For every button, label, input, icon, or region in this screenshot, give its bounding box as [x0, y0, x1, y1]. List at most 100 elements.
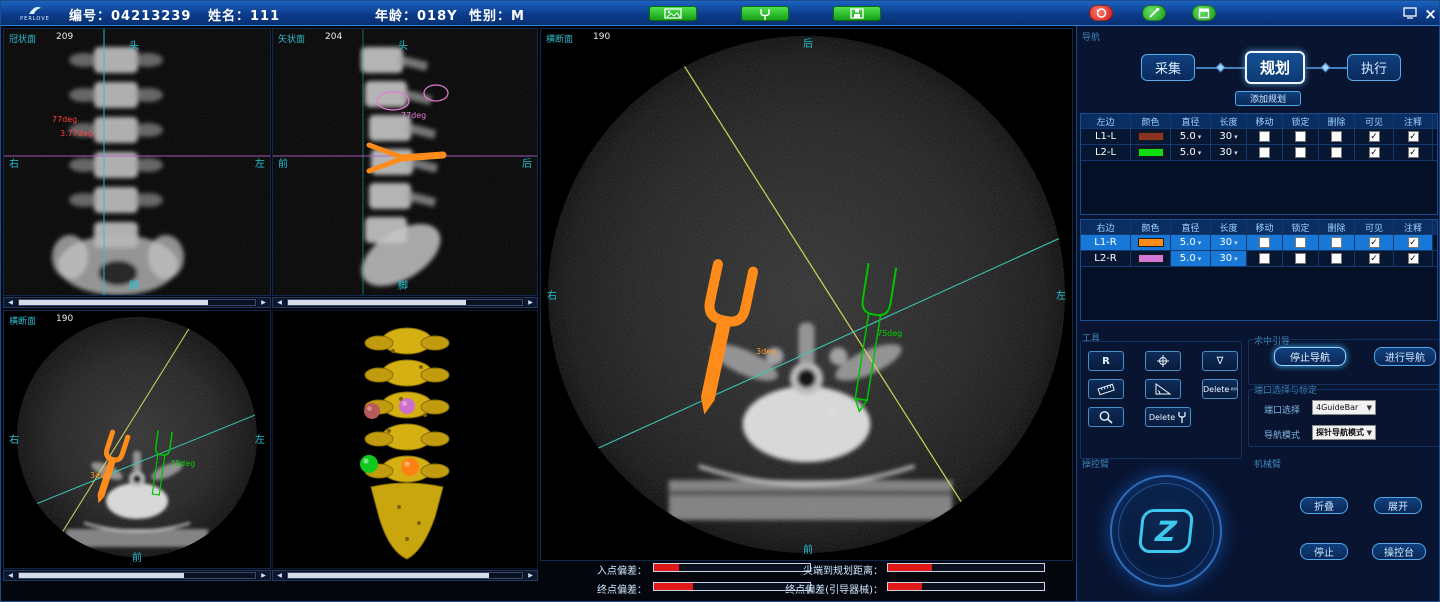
- coronal-scrollbar[interactable]: ◀ ▶: [3, 297, 271, 308]
- robot-arm-button[interactable]: Z: [1110, 475, 1222, 587]
- coronal-viewport[interactable]: 冠状面 209 头 右 左 脚 77deg 3.77deg: [3, 28, 271, 296]
- arm-console-button[interactable]: 操控台: [1372, 543, 1426, 560]
- checkbox-visible[interactable]: ✓: [1369, 131, 1380, 142]
- scroll-right-icon[interactable]: ▶: [257, 571, 270, 580]
- col-header: 颜色: [1131, 114, 1171, 128]
- start-navigation-button[interactable]: 进行导航: [1374, 347, 1436, 366]
- arm-unfold-button[interactable]: 展开: [1374, 497, 1422, 514]
- scroll-right-icon[interactable]: ▶: [257, 298, 270, 307]
- caret-down-icon: ▾: [1198, 255, 1202, 263]
- ruler-icon: [1231, 384, 1237, 394]
- checkbox-note[interactable]: ✓: [1408, 237, 1419, 248]
- stop-navigation-button[interactable]: 停止导航: [1274, 347, 1346, 366]
- checkbox-move[interactable]: [1259, 147, 1270, 158]
- undo-button[interactable]: [1089, 5, 1113, 21]
- screenshot-button[interactable]: [1401, 5, 1419, 21]
- color-swatch[interactable]: [1138, 254, 1164, 263]
- scroll-right-icon[interactable]: ▶: [524, 571, 537, 580]
- checkbox-move[interactable]: [1259, 253, 1270, 264]
- checkbox-note[interactable]: ✓: [1408, 253, 1419, 264]
- scroll-left-icon[interactable]: ◀: [273, 571, 286, 580]
- length-combo[interactable]: 30▾: [1211, 145, 1247, 160]
- diameter-combo[interactable]: 5.0▾: [1171, 129, 1211, 144]
- nabla-tool-button[interactable]: ∇: [1202, 351, 1238, 371]
- ruler-tool-button[interactable]: [1088, 379, 1124, 399]
- checkbox-delete[interactable]: [1331, 147, 1342, 158]
- orientation-bottom: 脚: [398, 277, 408, 292]
- color-swatch[interactable]: [1138, 132, 1164, 141]
- sagittal-viewport[interactable]: 矢状面 204 头 前 后 脚 77deg: [272, 28, 538, 296]
- robot-z-logo: Z: [1138, 509, 1195, 553]
- workflow-step-collect[interactable]: 采集: [1141, 54, 1195, 81]
- diameter-combo[interactable]: 5.0▾: [1171, 251, 1211, 266]
- angle-tool-button[interactable]: [1145, 379, 1181, 399]
- sagittal-scrollbar[interactable]: ◀ ▶: [272, 297, 538, 308]
- checkbox-delete[interactable]: [1331, 253, 1342, 264]
- axial-viewport-large[interactable]: 横断面 190 后 右 左 前 3deg 75deg: [540, 28, 1073, 561]
- workflow-step-execute[interactable]: 执行: [1347, 54, 1401, 81]
- length-combo[interactable]: 30▾: [1211, 129, 1247, 144]
- checkbox-visible[interactable]: ✓: [1369, 147, 1380, 158]
- screw-row-L1-L[interactable]: L1-L 5.0▾ 30▾ ✓ ✓: [1081, 129, 1437, 145]
- scroll-track[interactable]: [18, 572, 256, 579]
- scroll-thumb[interactable]: [288, 300, 466, 305]
- arm-fold-button[interactable]: 折叠: [1300, 497, 1348, 514]
- screw-row-L1-R[interactable]: L1-R 5.0▾ 30▾ ✓ ✓: [1081, 235, 1437, 251]
- checkbox-move[interactable]: [1259, 237, 1270, 248]
- orientation-right: 左: [1056, 287, 1066, 302]
- left-screw-table: 左边颜色直径长度移动锁定删除可见注释 L1-L 5.0▾ 30▾ ✓ ✓ L2-…: [1080, 113, 1438, 215]
- checkbox-note[interactable]: ✓: [1408, 131, 1419, 142]
- scroll-track[interactable]: [18, 299, 256, 306]
- add-plan-button[interactable]: 添加规划: [1235, 91, 1301, 106]
- volume-3d-scrollbar[interactable]: ◀ ▶: [272, 570, 538, 581]
- workflow-step-plan[interactable]: 规划: [1245, 51, 1305, 84]
- screw-row-L2-L[interactable]: L2-L 5.0▾ 30▾ ✓ ✓: [1081, 145, 1437, 161]
- checkbox-lock[interactable]: [1295, 237, 1306, 248]
- col-header: 右边: [1081, 220, 1131, 234]
- color-swatch[interactable]: [1138, 148, 1164, 157]
- scroll-left-icon[interactable]: ◀: [273, 298, 286, 307]
- probe-button[interactable]: [1142, 5, 1166, 21]
- delete-measure-button[interactable]: Delete: [1202, 379, 1238, 399]
- checkbox-note[interactable]: ✓: [1408, 147, 1419, 158]
- scroll-track[interactable]: [287, 299, 523, 306]
- axial-viewport-small[interactable]: 横断面 190 右 左 前 3deg 75deg: [3, 310, 271, 569]
- save-export-button[interactable]: [833, 6, 881, 21]
- checkbox-lock[interactable]: [1295, 147, 1306, 158]
- diameter-combo[interactable]: 5.0▾: [1171, 235, 1211, 250]
- delete-implant-button[interactable]: Delete: [1145, 407, 1191, 427]
- nav-mode-dropdown[interactable]: 探针导航模式▼: [1312, 425, 1376, 440]
- orientation-right: 后: [522, 155, 532, 170]
- checkbox-lock[interactable]: [1295, 131, 1306, 142]
- screw-row-L2-R[interactable]: L2-R 5.0▾ 30▾ ✓ ✓: [1081, 251, 1437, 267]
- scroll-track[interactable]: [287, 572, 523, 579]
- arm-stop-button[interactable]: 停止: [1300, 543, 1348, 560]
- checkbox-delete[interactable]: [1331, 237, 1342, 248]
- scroll-thumb[interactable]: [19, 300, 208, 305]
- scroll-left-icon[interactable]: ◀: [4, 298, 17, 307]
- reset-view-button[interactable]: R: [1088, 351, 1124, 371]
- checkbox-visible[interactable]: ✓: [1369, 237, 1380, 248]
- close-button[interactable]: ×: [1422, 5, 1439, 22]
- zoom-tool-button[interactable]: [1088, 407, 1124, 427]
- length-combo[interactable]: 30▾: [1211, 235, 1247, 250]
- checkbox-visible[interactable]: ✓: [1369, 253, 1380, 264]
- volume-3d-viewport[interactable]: [272, 310, 538, 569]
- screw-name: L1-R: [1081, 235, 1131, 250]
- implant-tool-button[interactable]: [741, 6, 789, 21]
- checkbox-lock[interactable]: [1295, 253, 1306, 264]
- scroll-thumb[interactable]: [19, 573, 184, 578]
- scroll-right-icon[interactable]: ▶: [524, 298, 537, 307]
- port-select-dropdown[interactable]: 4GuideBar▼: [1312, 400, 1376, 415]
- scroll-left-icon[interactable]: ◀: [4, 571, 17, 580]
- archive-button[interactable]: [1192, 5, 1216, 21]
- diameter-combo[interactable]: 5.0▾: [1171, 145, 1211, 160]
- checkbox-move[interactable]: [1259, 131, 1270, 142]
- color-swatch[interactable]: [1138, 238, 1164, 247]
- crosshair-tool-button[interactable]: [1145, 351, 1181, 371]
- axial-small-scrollbar[interactable]: ◀ ▶: [3, 570, 271, 581]
- checkbox-delete[interactable]: [1331, 131, 1342, 142]
- image-capture-button[interactable]: [649, 6, 697, 21]
- length-combo[interactable]: 30▾: [1211, 251, 1247, 266]
- scroll-thumb[interactable]: [288, 573, 489, 578]
